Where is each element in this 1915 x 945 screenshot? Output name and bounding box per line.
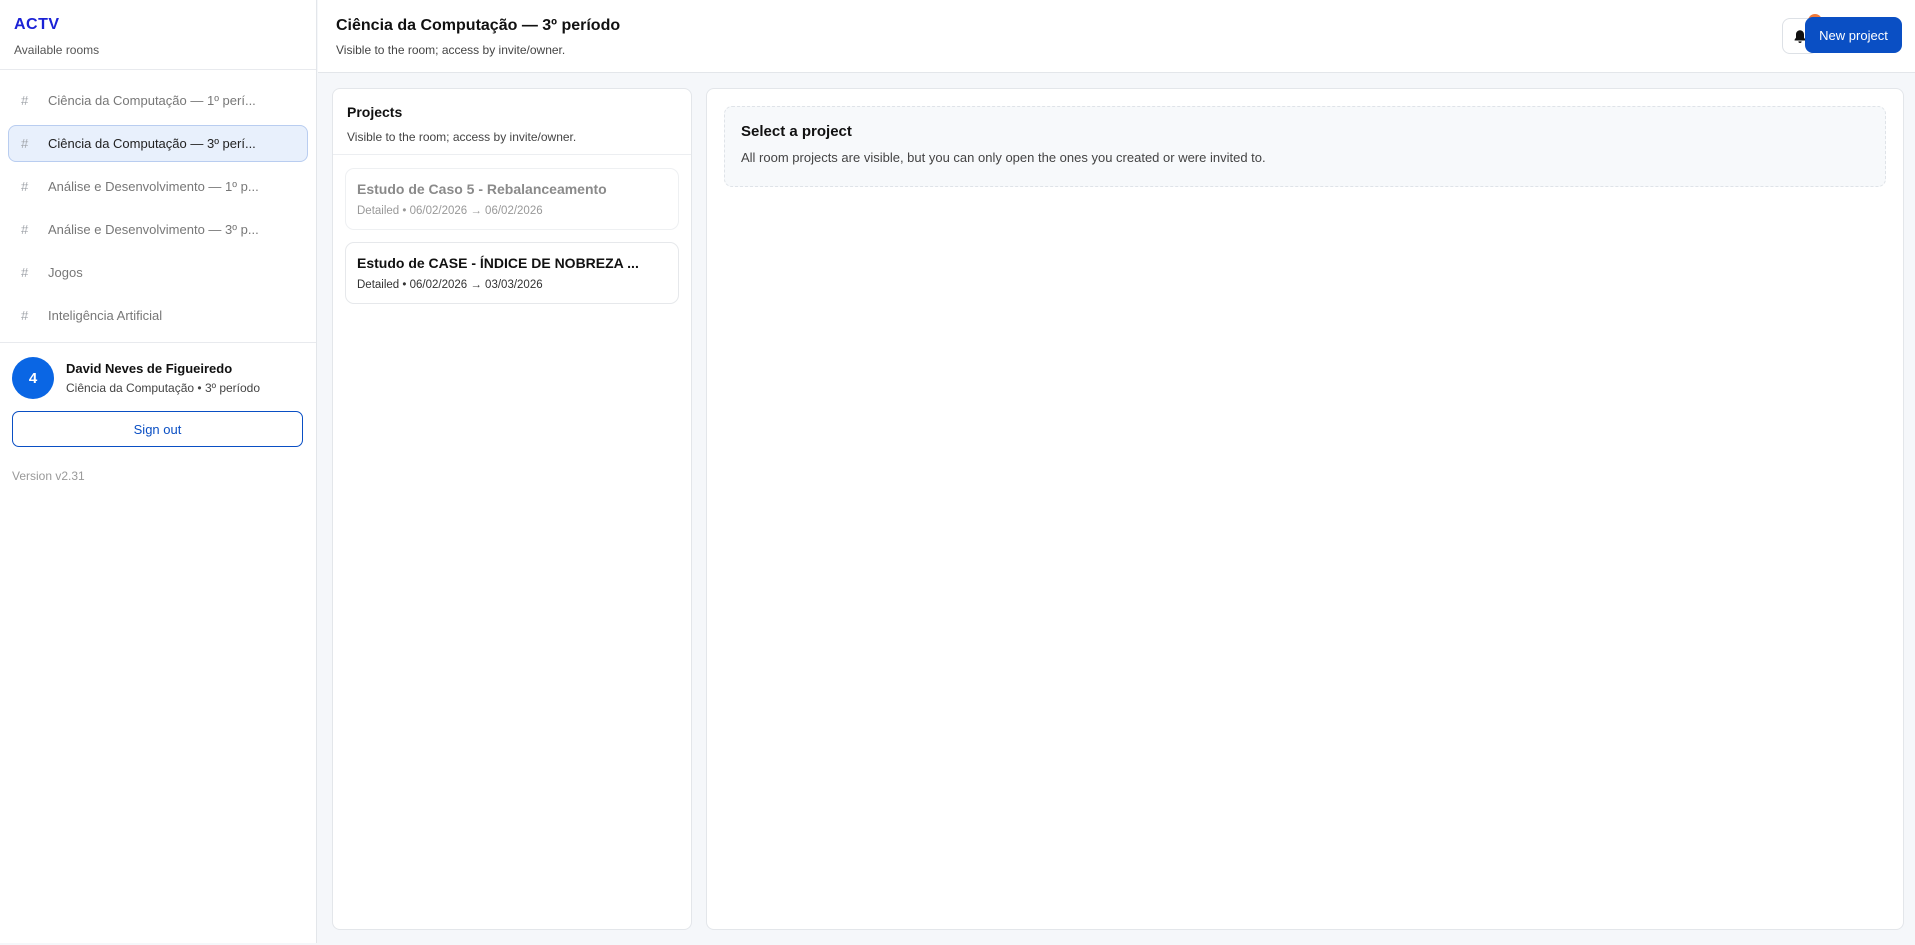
- room-label: Análise e Desenvolvimento — 1º p...: [48, 179, 258, 194]
- project-card-locked[interactable]: Estudo de Caso 5 - Rebalanceamento Detai…: [345, 168, 679, 230]
- room-item-active[interactable]: # Ciência da Computação — 3º perí...: [8, 125, 308, 162]
- project-meta: Detailed • 06/02/2026 → 03/03/2026: [357, 279, 543, 291]
- rooms-heading: Available rooms: [14, 43, 100, 57]
- projects-subtitle: Visible to the room; access by invite/ow…: [347, 130, 577, 144]
- project-detail-panel: Select a project All room projects are v…: [706, 88, 1904, 930]
- room-label: Jogos: [48, 265, 83, 280]
- project-name: Estudo de CASE - ÍNDICE DE NOBREZA ...: [357, 255, 639, 271]
- projects-panel: Projects Visible to the room; access by …: [332, 88, 692, 930]
- project-list: Estudo de Caso 5 - Rebalanceamento Detai…: [333, 155, 691, 329]
- user-panel: 4 David Neves de Figueiredo Ciência da C…: [0, 343, 316, 483]
- empty-state-title: Select a project: [741, 123, 852, 140]
- project-name: Estudo de Caso 5 - Rebalanceamento: [357, 181, 607, 197]
- page-subtitle: Visible to the room; access by invite/ow…: [336, 43, 566, 57]
- user-name: David Neves de Figueiredo: [66, 361, 233, 376]
- hash-icon: #: [21, 136, 29, 151]
- app-logo[interactable]: ACTV: [14, 16, 302, 34]
- hash-icon: #: [21, 308, 29, 323]
- room-item[interactable]: # Inteligência Artificial: [8, 297, 308, 334]
- room-label: Inteligência Artificial: [48, 308, 163, 323]
- hash-icon: #: [21, 179, 29, 194]
- room-item[interactable]: # Ciência da Computação — 1º perí...: [8, 82, 308, 119]
- room-label: Ciência da Computação — 3º perí...: [48, 136, 256, 151]
- room-label: Ciência da Computação — 1º perí...: [48, 93, 256, 108]
- project-card[interactable]: Estudo de CASE - ÍNDICE DE NOBREZA ... D…: [345, 242, 679, 304]
- room-item[interactable]: # Análise e Desenvolvimento — 1º p...: [8, 168, 308, 205]
- version-label: Version v2.31: [12, 469, 85, 483]
- top-header: Ciência da Computação — 3º período Visib…: [318, 0, 1915, 73]
- room-item[interactable]: # Jogos: [8, 254, 308, 291]
- sidebar: ACTV Available rooms # Ciência da Comput…: [0, 0, 317, 943]
- hash-icon: #: [21, 265, 29, 280]
- empty-state-text: All room projects are visible, but you c…: [741, 150, 1266, 165]
- projects-header: Projects Visible to the room; access by …: [333, 89, 691, 155]
- room-item[interactable]: # Análise e Desenvolvimento — 3º p...: [8, 211, 308, 248]
- user-info: David Neves de Figueiredo Ciência da Com…: [66, 361, 260, 395]
- page-title: Ciência da Computação — 3º período: [336, 17, 621, 34]
- sign-out-button[interactable]: Sign out: [12, 411, 303, 447]
- room-label: Análise e Desenvolvimento — 3º p...: [48, 222, 258, 237]
- avatar: 4: [12, 357, 54, 399]
- new-project-button[interactable]: New project: [1805, 17, 1902, 53]
- brand-block: ACTV Available rooms: [0, 0, 316, 70]
- empty-state: Select a project All room projects are v…: [724, 106, 1886, 187]
- hash-icon: #: [21, 222, 29, 237]
- user-room: Ciência da Computação • 3º período: [66, 381, 261, 395]
- project-meta: Detailed • 06/02/2026 → 06/02/2026: [357, 205, 543, 217]
- user-row: 4 David Neves de Figueiredo Ciência da C…: [12, 357, 304, 399]
- room-list: # Ciência da Computação — 1º perí... # C…: [0, 70, 316, 343]
- projects-title: Projects: [347, 104, 403, 120]
- hash-icon: #: [21, 93, 29, 108]
